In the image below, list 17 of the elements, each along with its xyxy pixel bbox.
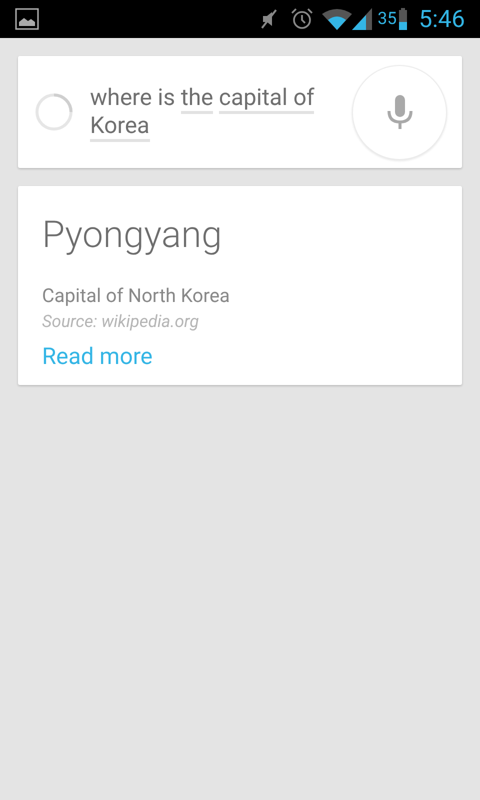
alarm-clock-icon xyxy=(290,7,314,31)
battery-percent: 35 xyxy=(378,10,397,28)
query-words: capital of xyxy=(218,84,314,114)
answer-description: Capital of North Korea xyxy=(42,284,231,308)
query-words: the xyxy=(180,84,214,114)
answer-title: Pyongyang xyxy=(42,214,224,258)
battery-icon xyxy=(398,8,407,30)
loading-spinner-icon xyxy=(35,93,73,131)
read-more-link[interactable]: Read more xyxy=(42,343,153,371)
source-text: Source: wikipedia.org xyxy=(42,311,200,333)
clock-time: 5:46 xyxy=(418,7,465,31)
microphone-icon xyxy=(386,95,412,129)
wifi-icon xyxy=(322,8,352,30)
query-words: Korea xyxy=(90,112,150,142)
signal-icon xyxy=(352,8,372,30)
image-icon xyxy=(15,8,39,30)
query-words: where is xyxy=(90,84,176,111)
